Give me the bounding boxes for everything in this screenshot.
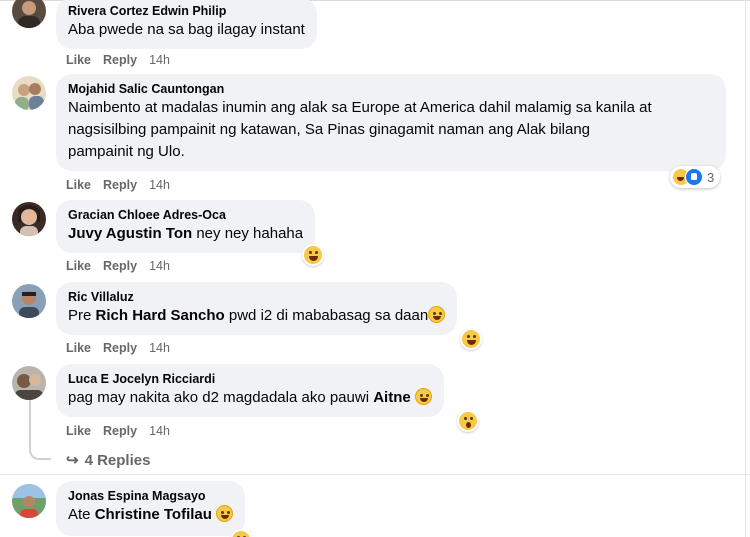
- comment-bubble: Mojahid Salic Cauntongan Naimbento at ma…: [56, 74, 726, 171]
- view-replies-link[interactable]: ↪ 4 Replies: [66, 451, 151, 470]
- section-divider: [0, 474, 750, 475]
- comment-text: Aba pwede na sa bag ilagay instant: [68, 21, 305, 38]
- mention-link[interactable]: Juvy Agustin Ton: [68, 225, 192, 242]
- comment-text-body: ney ney hahaha: [192, 225, 304, 242]
- comment-text-line: pampainit ng Ulo.: [68, 143, 185, 160]
- comment-text: Pre Rich Hard Sancho pwd i2 di mababasag…: [68, 305, 446, 327]
- replies-count-label: 4 Replies: [84, 451, 151, 469]
- reply-button[interactable]: Reply: [103, 177, 137, 193]
- haha-reaction-icon[interactable]: [460, 328, 482, 350]
- avatar[interactable]: [12, 284, 46, 318]
- comment-actions: Like Reply 14h: [66, 177, 170, 193]
- reply-button[interactable]: Reply: [103, 52, 137, 68]
- haha-reaction-icon[interactable]: [302, 244, 324, 266]
- mention-link[interactable]: Aitne: [373, 389, 411, 406]
- reply-button[interactable]: Reply: [103, 340, 137, 356]
- timestamp[interactable]: 14h: [149, 52, 170, 68]
- comment-text: pag may nakita ako d2 magdadala ako pauw…: [68, 387, 432, 409]
- scroll-track[interactable]: [745, 0, 746, 537]
- comment-bubble: Luca E Jocelyn Ricciardi pag may nakita …: [56, 364, 444, 417]
- timestamp[interactable]: 14h: [149, 177, 170, 193]
- thread-connector: [29, 400, 51, 460]
- comment-bubble: Ric Villaluz Pre Rich Hard Sancho pwd i2…: [56, 282, 458, 335]
- comment-author[interactable]: Luca E Jocelyn Ricciardi: [68, 371, 432, 387]
- reply-arrow-icon: ↪: [66, 452, 79, 469]
- comment-text-body: pwd i2 di mababasag sa daan: [224, 307, 429, 324]
- comment-actions: Like Reply 14h: [66, 423, 170, 439]
- comment-actions: Like Reply 14h: [66, 52, 170, 68]
- comment-bubble: Gracian Chloee Adres-Oca Juvy Agustin To…: [56, 200, 316, 253]
- smiling-emoji-icon: [414, 388, 432, 405]
- timestamp[interactable]: 14h: [149, 258, 170, 274]
- timestamp[interactable]: 14h: [149, 340, 170, 356]
- comment-text-body: pag may nakita ako d2 magdadala ako pauw…: [68, 389, 374, 406]
- wow-reaction-icon[interactable]: [457, 410, 479, 432]
- timestamp[interactable]: 14h: [149, 423, 170, 439]
- comment-author[interactable]: Ric Villaluz: [68, 289, 445, 305]
- comment-actions: Like Reply 14h: [66, 340, 170, 356]
- comment-author[interactable]: Rivera Cortez Edwin Philip: [68, 3, 305, 19]
- like-button[interactable]: Like: [66, 423, 91, 439]
- comment-author[interactable]: Jonas Espina Magsayo: [68, 488, 233, 504]
- avatar[interactable]: [12, 0, 46, 28]
- like-button[interactable]: Like: [66, 52, 91, 68]
- like-button[interactable]: Like: [66, 177, 91, 193]
- like-button[interactable]: Like: [66, 258, 91, 274]
- like-reaction-icon: [685, 168, 703, 186]
- avatar[interactable]: [12, 202, 46, 236]
- avatar[interactable]: [12, 366, 46, 400]
- comment-bubble: Rivera Cortez Edwin Philip Aba pwede na …: [56, 0, 317, 49]
- mention-link[interactable]: Rich Hard Sancho: [96, 307, 225, 324]
- comment-text-line: nagsisilbing pampainit ng katawan, Sa Pi…: [68, 121, 591, 138]
- comment-author[interactable]: Gracian Chloee Adres-Oca: [68, 207, 303, 223]
- comment-bubble: Jonas Espina Magsayo Ate Christine Tofil…: [56, 481, 246, 536]
- comment-text-line: Naimbento at madalas inumin ang alak sa …: [68, 99, 652, 116]
- grinning-emoji-icon: [216, 505, 234, 522]
- comment-text-prefix: Pre: [68, 307, 96, 324]
- reply-button[interactable]: Reply: [103, 423, 137, 439]
- comment-text: Ate Christine Tofilau: [68, 504, 234, 526]
- grinning-emoji-icon: [428, 306, 446, 323]
- comment-text-prefix: Ate: [68, 506, 95, 523]
- avatar[interactable]: [12, 76, 46, 110]
- avatar[interactable]: [12, 484, 46, 518]
- comment-actions: Like Reply 14h: [66, 258, 170, 274]
- mention-link[interactable]: Christine Tofilau: [95, 506, 212, 523]
- reply-button[interactable]: Reply: [103, 258, 137, 274]
- comment-text: Juvy Agustin Ton ney ney hahaha: [68, 223, 303, 245]
- like-button[interactable]: Like: [66, 340, 91, 356]
- reaction-count: 3: [707, 169, 715, 185]
- comment-author[interactable]: Mojahid Salic Cauntongan: [68, 81, 714, 97]
- reaction-summary[interactable]: 3: [670, 166, 721, 188]
